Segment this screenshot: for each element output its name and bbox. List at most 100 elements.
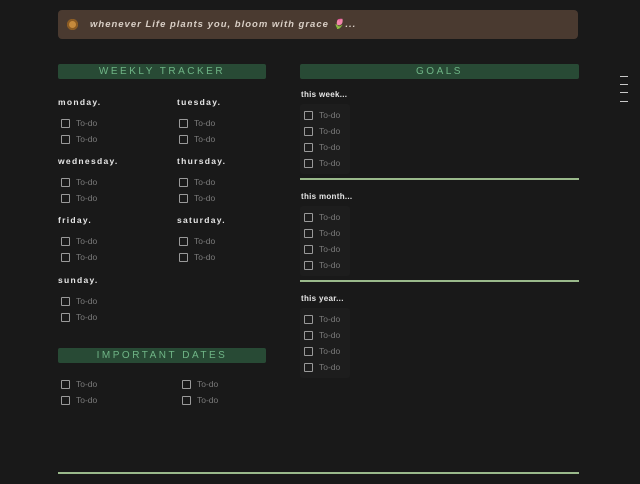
todo-item[interactable]: To-do [179, 133, 215, 145]
checkbox[interactable] [304, 158, 313, 168]
goal-label-week: this week... [301, 90, 348, 99]
outline-dash-icon [620, 92, 628, 93]
weekly-tracker-header: WEEKLY TRACKER [58, 64, 266, 79]
checkbox[interactable] [304, 212, 313, 222]
quote-text: whenever Life plants you, bloom with gra… [90, 19, 357, 30]
checkbox[interactable] [61, 296, 70, 306]
day-label-saturday: saturday. [177, 215, 226, 225]
checkbox[interactable] [61, 118, 70, 128]
checkbox[interactable] [182, 395, 191, 405]
todo-item[interactable]: To-do [304, 329, 340, 341]
checkbox[interactable] [61, 193, 70, 203]
checkbox[interactable] [61, 312, 70, 322]
checkbox[interactable] [179, 177, 188, 187]
day-label-wednesday: wednesday. [58, 156, 119, 166]
checkbox[interactable] [179, 193, 188, 203]
todo-item[interactable]: To-do [304, 157, 340, 169]
outline-dash-icon [620, 84, 628, 85]
checkbox[interactable] [179, 118, 188, 128]
checkbox[interactable] [61, 252, 70, 262]
todo-item[interactable]: To-do [61, 394, 97, 406]
todo-item[interactable]: To-do [61, 311, 97, 323]
todo-label: To-do [76, 379, 98, 389]
checkbox[interactable] [304, 330, 313, 340]
todo-item[interactable]: To-do [61, 133, 97, 145]
checkbox[interactable] [61, 236, 70, 246]
todo-label: To-do [319, 346, 341, 356]
checkbox[interactable] [304, 142, 313, 152]
checkbox[interactable] [304, 362, 313, 372]
todo-item[interactable]: To-do [304, 211, 340, 223]
todo-item[interactable]: To-do [304, 141, 340, 153]
todo-item[interactable]: To-do [179, 192, 215, 204]
todo-item[interactable]: To-do [61, 235, 97, 247]
todo-label: To-do [76, 252, 98, 262]
todo-label: To-do [76, 395, 98, 405]
todo-label: To-do [76, 118, 98, 128]
todo-label: To-do [76, 177, 98, 187]
todo-label: To-do [319, 330, 341, 340]
todo-label: To-do [197, 379, 219, 389]
flower-icon [67, 19, 78, 30]
todo-label: To-do [194, 177, 216, 187]
todo-item[interactable]: To-do [179, 117, 215, 129]
checkbox[interactable] [179, 236, 188, 246]
checkbox[interactable] [61, 177, 70, 187]
todo-label: To-do [197, 395, 219, 405]
todo-item[interactable]: To-do [179, 251, 215, 263]
todo-label: To-do [319, 110, 341, 120]
day-label-sunday: sunday. [58, 275, 99, 285]
todo-label: To-do [319, 228, 341, 238]
checkbox[interactable] [304, 260, 313, 270]
checkbox[interactable] [179, 134, 188, 144]
checkbox[interactable] [304, 314, 313, 324]
todo-item[interactable]: To-do [61, 176, 97, 188]
todo-item[interactable]: To-do [179, 176, 215, 188]
todo-label: To-do [319, 142, 341, 152]
todo-label: To-do [76, 296, 98, 306]
checkbox[interactable] [61, 134, 70, 144]
checkbox[interactable] [304, 126, 313, 136]
todo-item[interactable]: To-do [61, 378, 97, 390]
todo-item[interactable]: To-do [304, 227, 340, 239]
bottom-divider [58, 472, 579, 474]
todo-item[interactable]: To-do [61, 295, 97, 307]
todo-item[interactable]: To-do [304, 313, 340, 325]
todo-label: To-do [319, 362, 341, 372]
important-dates-header: IMPORTANT DATES [58, 348, 266, 363]
goal-label-month: this month... [301, 192, 353, 201]
checkbox[interactable] [304, 346, 313, 356]
todo-label: To-do [319, 158, 341, 168]
todo-item[interactable]: To-do [304, 243, 340, 255]
todo-item[interactable]: To-do [304, 259, 340, 271]
todo-item[interactable]: To-do [304, 109, 340, 121]
todo-item[interactable]: To-do [182, 394, 218, 406]
checkbox[interactable] [304, 244, 313, 254]
checkbox[interactable] [179, 252, 188, 262]
day-label-thursday: thursday. [177, 156, 227, 166]
todo-label: To-do [76, 236, 98, 246]
checkbox[interactable] [61, 395, 70, 405]
todo-item[interactable]: To-do [304, 361, 340, 373]
todo-label: To-do [76, 193, 98, 203]
todo-item[interactable]: To-do [61, 117, 97, 129]
todo-item[interactable]: To-do [304, 125, 340, 137]
checkbox[interactable] [304, 110, 313, 120]
todo-label: To-do [319, 260, 341, 270]
checkbox[interactable] [304, 228, 313, 238]
todo-item[interactable]: To-do [182, 378, 218, 390]
todo-item[interactable]: To-do [304, 345, 340, 357]
todo-item[interactable]: To-do [61, 192, 97, 204]
day-label-monday: monday. [58, 97, 102, 107]
checkbox[interactable] [61, 379, 70, 389]
todo-label: To-do [319, 126, 341, 136]
todo-item[interactable]: To-do [61, 251, 97, 263]
important-dates-title: IMPORTANT DATES [96, 350, 228, 361]
todo-label: To-do [194, 118, 216, 128]
todo-item[interactable]: To-do [179, 235, 215, 247]
day-label-tuesday: tuesday. [177, 97, 222, 107]
todo-label: To-do [319, 244, 341, 254]
checkbox[interactable] [182, 379, 191, 389]
goal-label-year: this year... [301, 294, 344, 303]
todo-label: To-do [194, 193, 216, 203]
